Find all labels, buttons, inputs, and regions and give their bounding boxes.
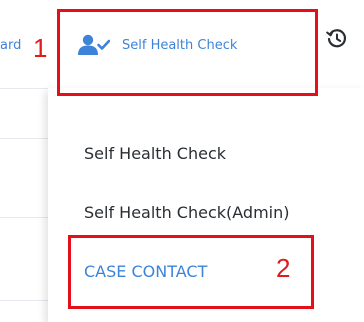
menu-item-self-health-check-admin[interactable]: Self Health Check(Admin) <box>84 203 289 222</box>
menu-item-self-health-check[interactable]: Self Health Check <box>84 144 226 163</box>
divider <box>0 217 48 218</box>
nav-item-previous[interactable]: ard <box>0 38 21 53</box>
annotation-box-1 <box>57 9 318 96</box>
history-icon[interactable] <box>326 28 348 50</box>
divider <box>0 300 48 301</box>
page-background <box>0 88 48 322</box>
annotation-marker-2: 2 <box>276 253 291 283</box>
divider <box>0 138 48 139</box>
annotation-marker-1: 1 <box>33 33 48 63</box>
